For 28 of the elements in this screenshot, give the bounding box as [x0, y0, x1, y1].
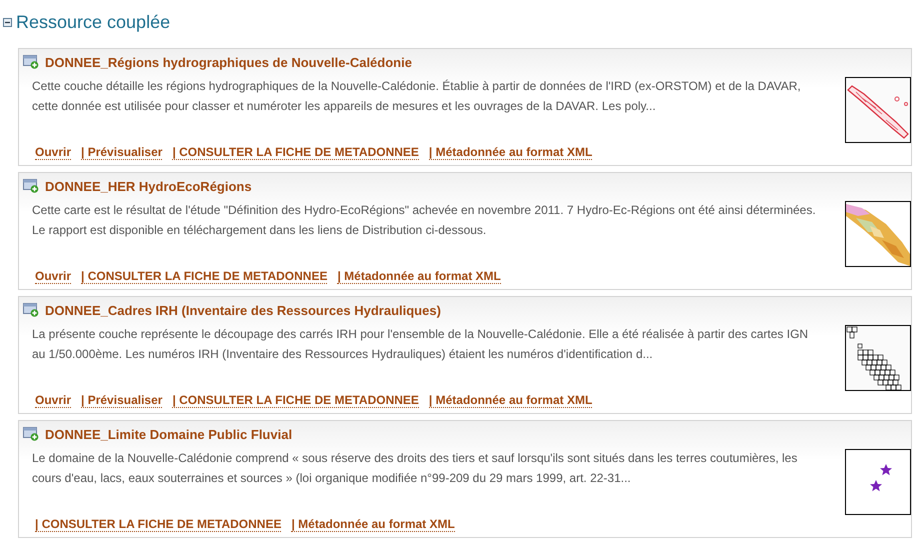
resource-link[interactable]: Ouvrir	[35, 393, 72, 408]
resource-link[interactable]: | CONSULTER LA FICHE DE METADONNEE	[172, 145, 419, 160]
resource-title: DONNEE_HER HydroEcoRégions	[45, 178, 252, 194]
resource-link[interactable]: | CONSULTER LA FICHE DE METADONNEE	[35, 517, 282, 532]
resource-description: Cette carte est le résultat de l'étude "Définition des Hydro-EcoRégions" achevée en novembre 2011. 7 Hydro-Ec-Régions ont été ainsi déterminées. Le rapport est disponible en téléchargement dans les liens de Distribution ci-dessous.	[31, 202, 817, 239]
resource-link[interactable]: | Prévisualiser	[81, 393, 162, 408]
resource-link[interactable]: | Métadonnée au format XML	[291, 517, 455, 532]
layer-add-icon	[23, 303, 39, 317]
resource-link[interactable]: | Métadonnée au format XML	[428, 145, 592, 160]
resource-description: Cette couche détaille les régions hydrographiques de la Nouvelle-Calédonie. Établie à partir de données de l'IRD (ex-ORSTOM) et de la DAVAR, cette donnée est utilisée pour classer et numéroter les appareils de mesures et les ouvrages de la DAVAR. Les poly...	[31, 78, 802, 115]
resource-link[interactable]: Ouvrir	[35, 145, 72, 160]
layer-add-icon	[23, 427, 39, 441]
resource-link[interactable]: Ouvrir	[35, 269, 72, 284]
resource-link[interactable]: | CONSULTER LA FICHE DE METADONNEE	[172, 393, 419, 408]
resource-link[interactable]: | CONSULTER LA FICHE DE METADONNEE	[81, 269, 328, 284]
collapse-icon[interactable]	[3, 18, 12, 26]
resource-link[interactable]: | Prévisualiser	[81, 145, 162, 160]
star-marker-drawing	[870, 464, 892, 492]
resource-description: Le domaine de la Nouvelle-Calédonie comprend « sous réserve des droits des tiers et sauf lorsqu'ils sont situés dans les terres coutumières, les cours d'eau, lacs, eaux souterraines et sources » (loi organique modifiée n°99-209 du 29 mars 1999, art. 22-31...	[31, 450, 798, 487]
resource-title: DONNEE_Limite Domaine Public Fluvial	[45, 426, 292, 442]
layer-add-icon	[23, 179, 39, 193]
resource-link[interactable]: | Métadonnée au format XML	[337, 269, 501, 284]
resource-title: DONNEE_Régions hydrographiques de Nouvelle-Calédonie	[45, 54, 412, 70]
layer-add-icon	[23, 55, 39, 69]
section-title: Ressource couplée	[16, 12, 170, 32]
resource-title: DONNEE_Cadres IRH (Inventaire des Ressources Hydrauliques)	[45, 302, 441, 318]
resource-link[interactable]: | Métadonnée au format XML	[428, 393, 592, 408]
resource-description: La présente couche représente le découpage des carrés IRH pour l'ensemble de la Nouvelle-Calédonie. Elle a été réalisée à partir des cartes IGN au 1/50.000ème. Les numéros IRH (Inventaire des Ressources Hydrauliques) étaient les numéros d'identification d...	[31, 326, 810, 363]
